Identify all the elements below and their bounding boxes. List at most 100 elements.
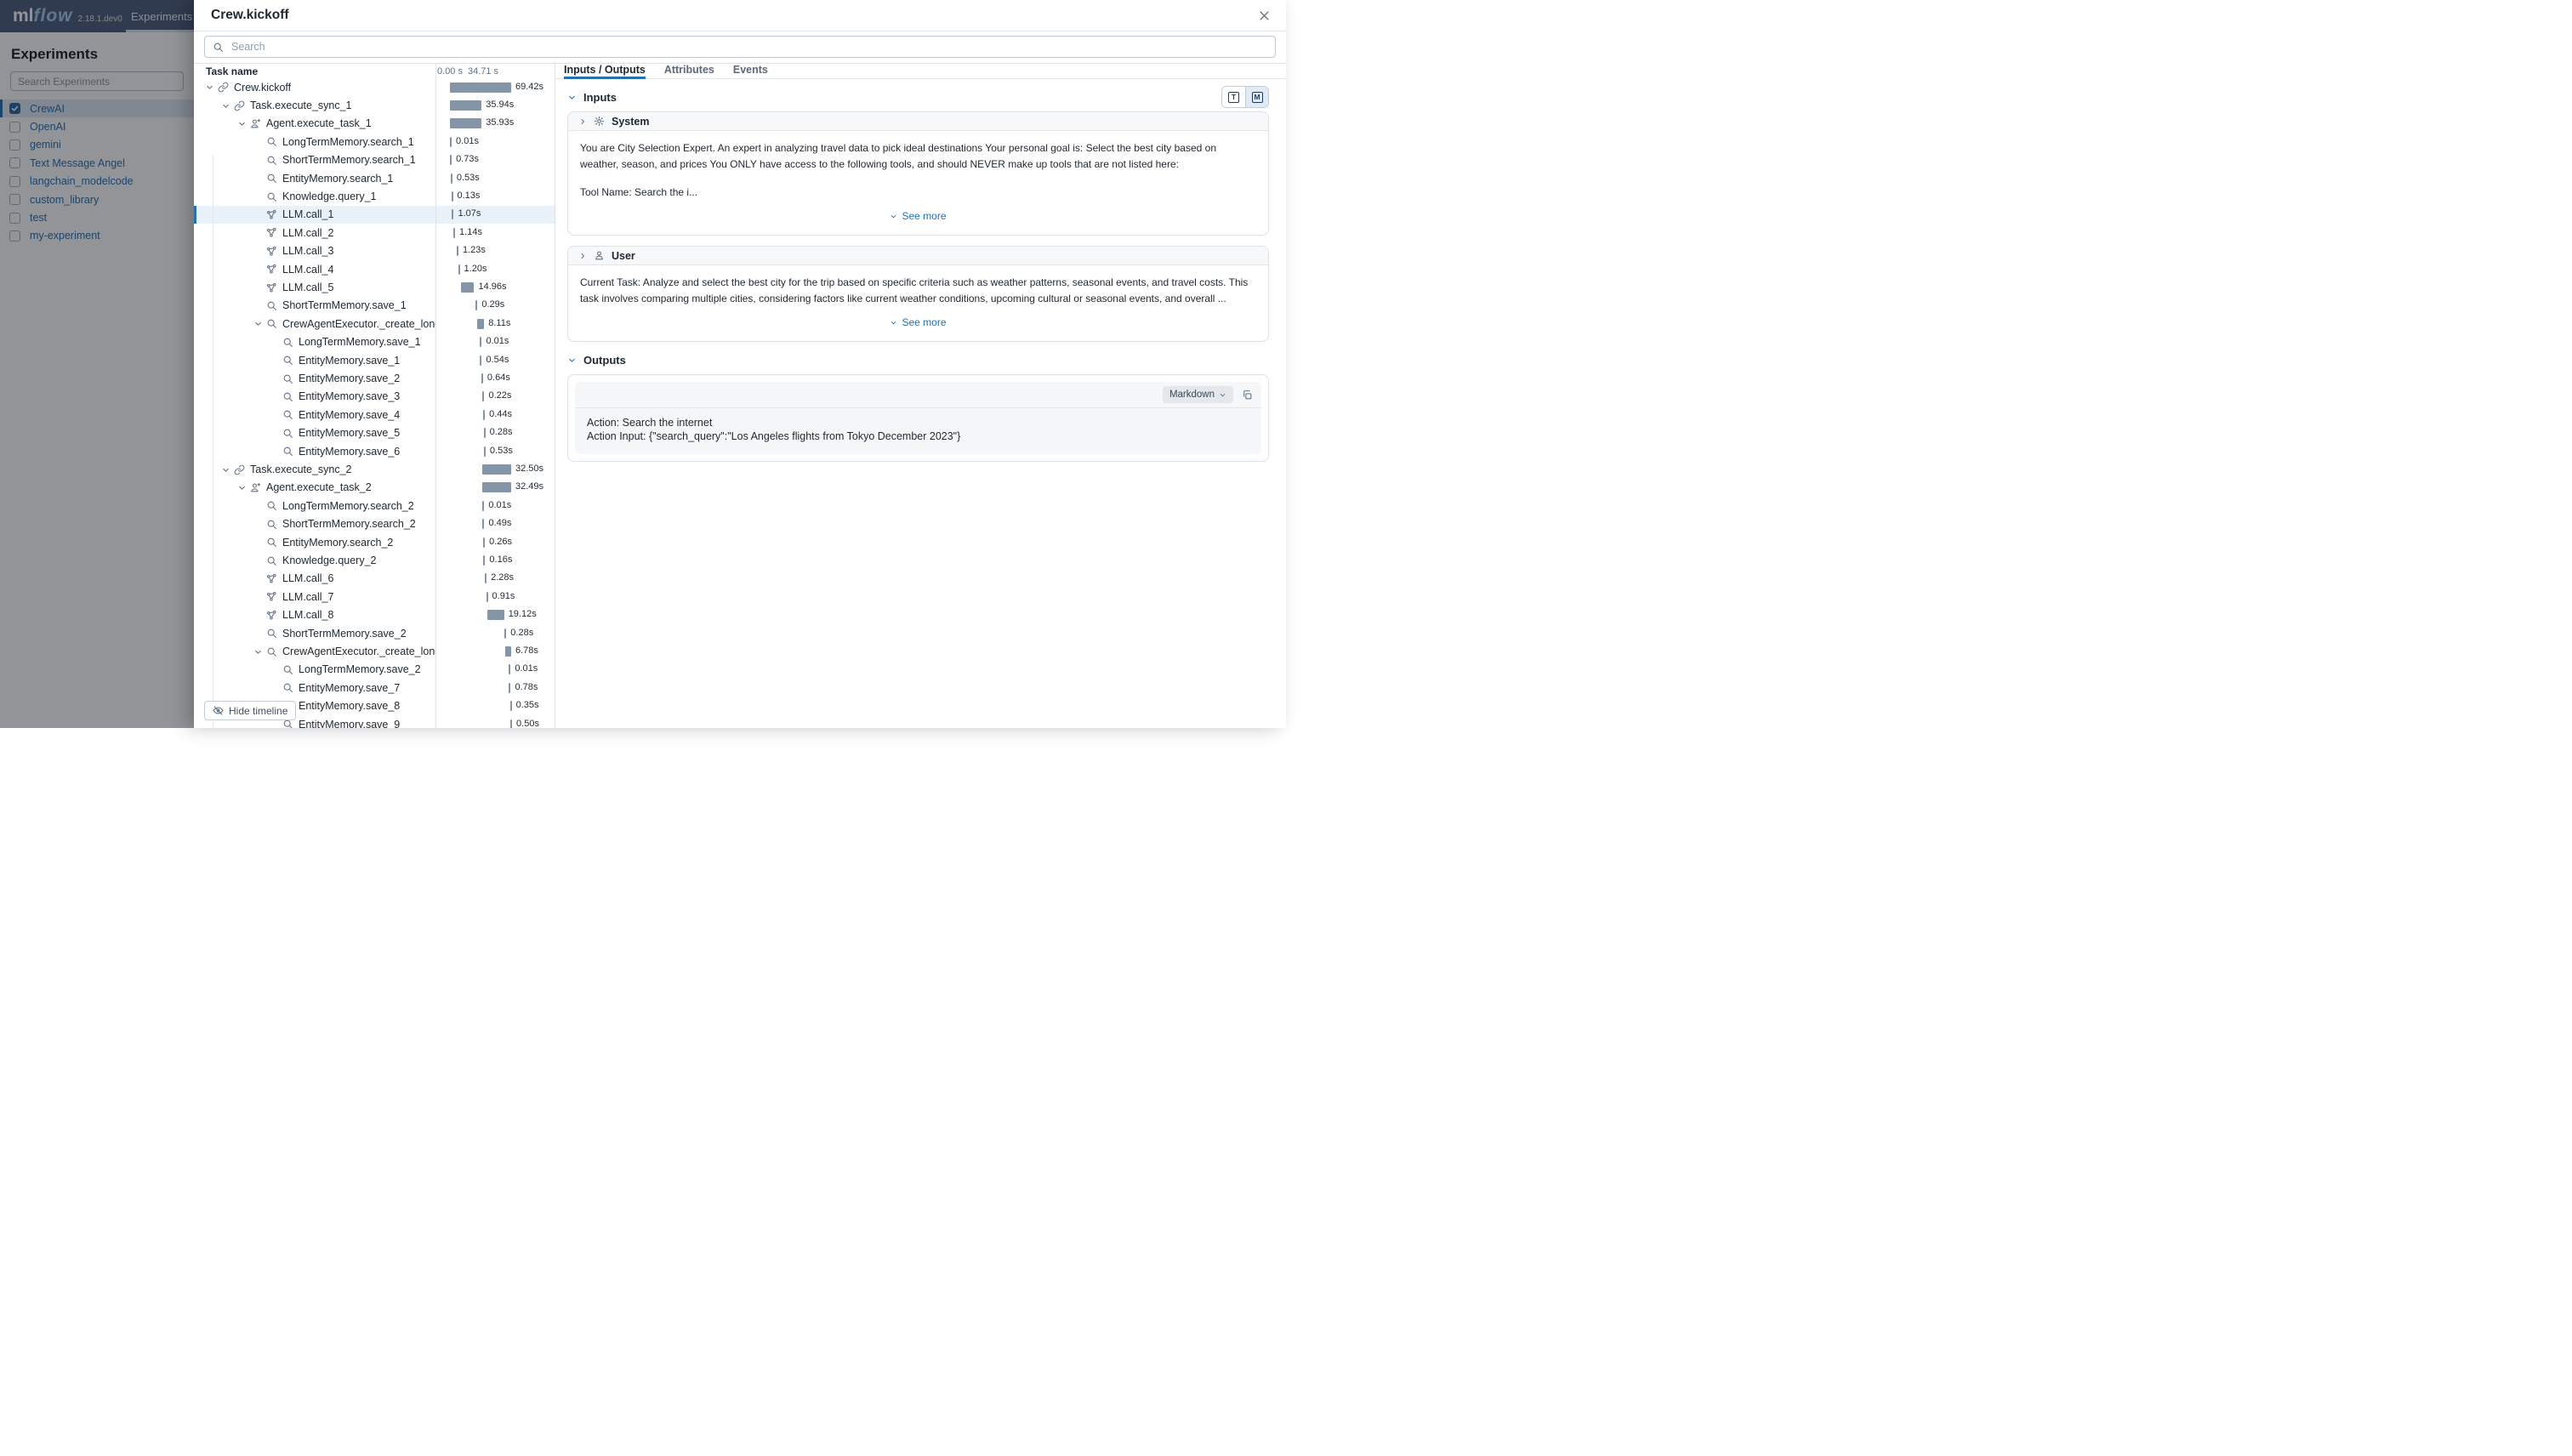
drawer-title: Crew.kickoff — [211, 8, 289, 23]
tree-row[interactable]: LLM.call_31.23s — [194, 242, 555, 260]
tree-row[interactable]: LLM.call_514.96s — [194, 278, 555, 296]
search-icon — [265, 537, 279, 548]
span-name: Agent.execute_task_1 — [266, 117, 372, 129]
trace-search-input[interactable] — [230, 40, 1267, 54]
tree-row[interactable]: CrewAgentExecutor._create_long_term_memo… — [194, 315, 555, 333]
tree-row[interactable]: ShortTermMemory.search_20.49s — [194, 515, 555, 533]
duration-label: 0.01s — [486, 336, 509, 346]
tree-row[interactable]: LongTermMemory.search_10.01s — [194, 133, 555, 151]
tree-row[interactable]: Task.execute_sync_232.50s — [194, 460, 555, 478]
duration-bar — [480, 355, 481, 366]
tab-events[interactable]: Events — [733, 64, 768, 78]
search-icon — [265, 318, 279, 329]
search-icon — [281, 682, 295, 693]
tree-row[interactable]: LongTermMemory.save_10.01s — [194, 333, 555, 351]
span-name: CrewAgentExecutor._create_long_term_memo… — [282, 646, 435, 657]
eye-off-icon — [213, 705, 224, 716]
tree-row[interactable]: LLM.call_62.28s — [194, 570, 555, 588]
tree-row[interactable]: LLM.call_819.12s — [194, 606, 555, 624]
tree-row[interactable]: Agent.execute_task_1 35.93s — [194, 115, 555, 133]
chevron-down-icon[interactable] — [235, 483, 248, 492]
duration-label: 6.78s — [515, 646, 538, 656]
chevron-down-icon — [890, 319, 897, 327]
duration-label: 0.01s — [456, 136, 479, 146]
span-name: Knowledge.query_2 — [282, 555, 377, 566]
tree-row[interactable]: EntityMemory.save_40.44s — [194, 406, 555, 424]
tree-row[interactable]: LongTermMemory.search_20.01s — [194, 497, 555, 515]
tree-row[interactable]: EntityMemory.save_70.78s — [194, 679, 555, 697]
duration-label: 0.54s — [486, 355, 509, 365]
user-card-header[interactable]: User — [568, 247, 1268, 265]
chevron-down-icon[interactable] — [235, 119, 248, 128]
markdown-toggle[interactable]: M — [1245, 87, 1268, 107]
inputs-section-header[interactable]: Inputs T M — [567, 89, 1269, 105]
search-icon — [265, 155, 279, 166]
raw-text-toggle[interactable]: T — [1222, 87, 1245, 107]
duration-label: 19.12s — [509, 609, 537, 619]
tree-row[interactable]: LLM.call_41.20s — [194, 260, 555, 278]
tree-row[interactable]: LLM.call_70.91s — [194, 588, 555, 606]
tree-row[interactable]: EntityMemory.save_60.53s — [194, 442, 555, 460]
tree-row[interactable]: Crew.kickoff69.42s — [194, 78, 555, 96]
tree-row[interactable]: ShortTermMemory.save_20.28s — [194, 624, 555, 642]
output-text: Action: Search the internet Action Input… — [575, 408, 1261, 454]
tree-row[interactable]: ShortTermMemory.search_10.73s — [194, 151, 555, 169]
tree-row[interactable]: Knowledge.query_2 0.16s — [194, 551, 555, 569]
outputs-section-header[interactable]: Outputs — [567, 352, 1269, 367]
search-icon — [281, 428, 295, 439]
span-name: EntityMemory.save_4 — [299, 409, 400, 421]
tree-row[interactable]: EntityMemory.save_20.64s — [194, 369, 555, 387]
see-more-label: See more — [902, 315, 946, 331]
tree-row[interactable]: Task.execute_sync_135.94s — [194, 96, 555, 114]
chevron-down-icon[interactable] — [219, 101, 232, 111]
duration-label: 0.26s — [489, 537, 512, 547]
tree-row[interactable]: EntityMemory.save_30.22s — [194, 388, 555, 406]
tree-row[interactable]: CrewAgentExecutor._create_long_term_memo… — [194, 642, 555, 660]
duration-label: 35.93s — [486, 117, 514, 128]
format-select-value: Markdown — [1169, 390, 1215, 400]
drawer-header: Crew.kickoff — [194, 0, 1286, 31]
trace-search — [204, 36, 1276, 58]
tree-row[interactable]: LLM.call_21.14s — [194, 224, 555, 242]
duration-bar — [510, 719, 512, 728]
copy-icon[interactable] — [1242, 390, 1253, 401]
format-select[interactable]: Markdown — [1163, 386, 1233, 403]
span-name: EntityMemory.search_2 — [282, 537, 393, 549]
span-name: EntityMemory.save_5 — [299, 427, 400, 439]
duration-bar — [483, 537, 485, 548]
tree-row[interactable]: Agent.execute_task_232.49s — [194, 479, 555, 497]
tree-row[interactable]: LLM.call_1 1.07s — [194, 206, 555, 224]
network-icon — [265, 591, 279, 602]
span-name: EntityMemory.save_8 — [299, 700, 400, 712]
tab-attributes[interactable]: Attributes — [664, 64, 714, 78]
hide-timeline-button[interactable]: Hide timeline — [204, 701, 296, 720]
tree-row[interactable]: EntityMemory.save_50.28s — [194, 424, 555, 442]
span-name: LLM.call_1 — [282, 208, 333, 220]
tree-row[interactable]: ShortTermMemory.save_10.29s — [194, 297, 555, 315]
chevron-down-icon[interactable] — [251, 647, 265, 657]
search-icon — [265, 191, 279, 202]
tab-inputs-outputs[interactable]: Inputs / Outputs — [564, 64, 646, 78]
system-card-header[interactable]: System — [568, 112, 1268, 131]
chevron-down-icon[interactable] — [219, 465, 232, 475]
see-more-link[interactable]: See more — [580, 307, 1256, 338]
search-icon — [281, 355, 295, 366]
tree-row[interactable]: EntityMemory.save_10.54s — [194, 351, 555, 369]
span-name: Knowledge.query_1 — [282, 191, 377, 202]
duration-label: 0.28s — [510, 628, 533, 638]
tree-row[interactable]: EntityMemory.search_2 0.26s — [194, 533, 555, 551]
output-line: Action: Search the internet — [587, 416, 1249, 429]
duration-bar — [458, 264, 460, 275]
tree-row[interactable]: LongTermMemory.save_20.01s — [194, 661, 555, 679]
search-icon — [281, 409, 295, 420]
tree-row[interactable]: Knowledge.query_10.13s — [194, 187, 555, 205]
tree-row[interactable]: EntityMemory.search_10.53s — [194, 169, 555, 187]
see-more-link[interactable]: See more — [580, 201, 1256, 231]
close-icon[interactable] — [1256, 8, 1272, 24]
duration-label: 0.16s — [489, 555, 512, 565]
chevron-down-icon[interactable] — [202, 82, 216, 92]
duration-label: 35.94s — [486, 100, 514, 110]
duration-label: 1.07s — [458, 208, 481, 219]
timeline-tick-end: 34.71 s — [468, 66, 498, 77]
chevron-down-icon[interactable] — [251, 319, 265, 328]
